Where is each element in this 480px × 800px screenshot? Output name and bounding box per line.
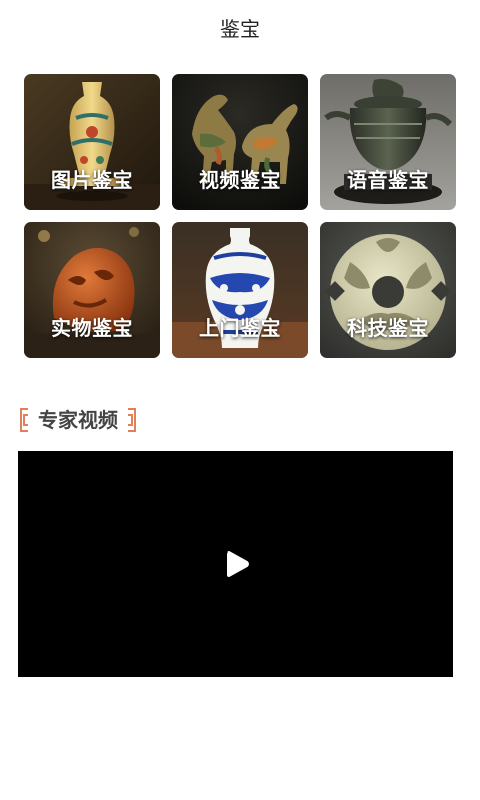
page-title: 鉴宝 <box>220 17 260 41</box>
section-header: 专家视频 <box>18 404 138 436</box>
tile-tech-appraisal[interactable]: 科技鉴宝 <box>320 222 456 358</box>
bracket-left-icon <box>20 408 28 432</box>
bracket-right-icon <box>128 408 136 432</box>
tile-label: 上门鉴宝 <box>199 316 281 340</box>
tile-video-appraisal[interactable]: 视频鉴宝 <box>172 74 308 210</box>
appraisal-grid: 图片鉴宝 视频鉴宝 语音鉴宝 实物鉴宝 上门鉴宝 科技鉴宝 <box>24 74 456 358</box>
tile-physical-appraisal[interactable]: 实物鉴宝 <box>24 222 160 358</box>
tile-label: 视频鉴宝 <box>199 168 281 192</box>
play-icon[interactable] <box>223 550 251 578</box>
page: 鉴宝 图片鉴宝 视频鉴宝 语音鉴宝 实物鉴宝 上门鉴宝 科技鉴宝 专家视频 <box>0 0 480 800</box>
tile-label: 语音鉴宝 <box>347 168 429 192</box>
section-title: 专家视频 <box>38 408 118 432</box>
tile-label: 图片鉴宝 <box>51 168 133 192</box>
tile-voice-appraisal[interactable]: 语音鉴宝 <box>320 74 456 210</box>
tile-photo-appraisal[interactable]: 图片鉴宝 <box>24 74 160 210</box>
tile-label: 实物鉴宝 <box>51 316 133 340</box>
tile-home-visit-appraisal[interactable]: 上门鉴宝 <box>172 222 308 358</box>
expert-video-player[interactable] <box>18 451 453 677</box>
tile-label: 科技鉴宝 <box>347 316 429 340</box>
